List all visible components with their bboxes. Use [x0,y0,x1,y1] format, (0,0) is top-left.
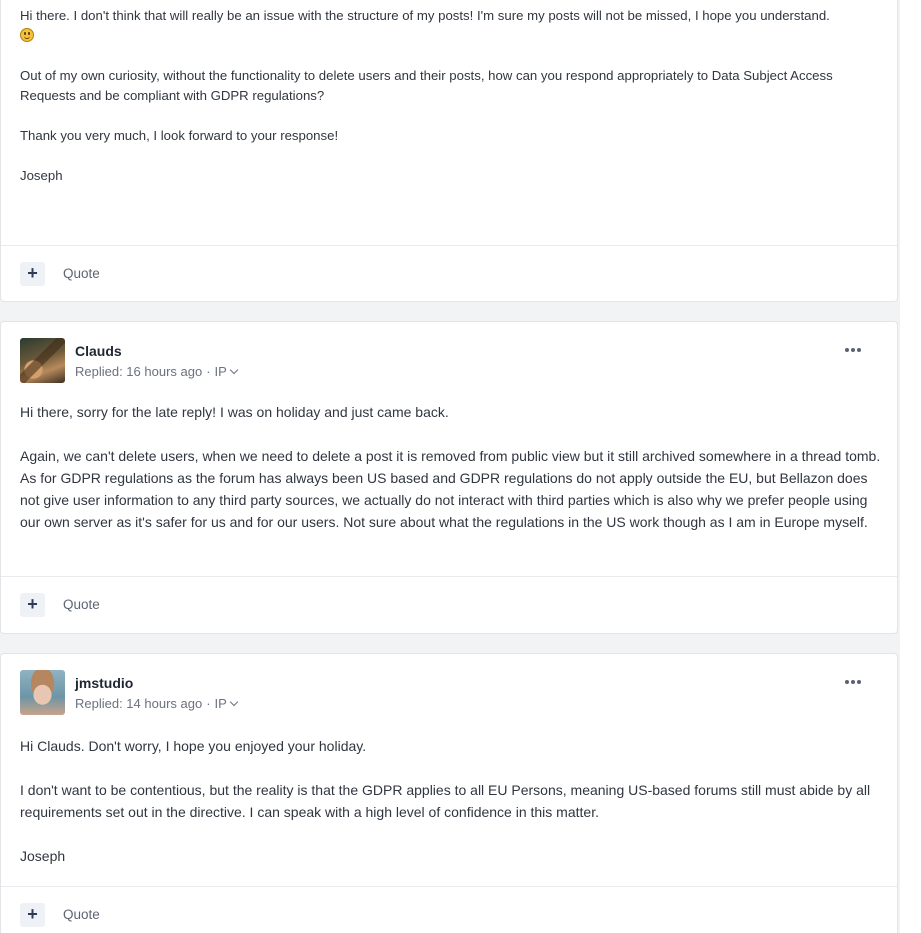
post-paragraph: Out of my own curiosity, without the fun… [20,68,833,103]
more-options-icon[interactable] [845,678,865,688]
quote-button[interactable]: Quote [63,597,100,612]
post: Clauds Replied: 16 hours ago · IP Hi there… [0,321,898,634]
post-paragraph: Hi Clauds. Don't worry, I hope you enjoy… [20,738,367,754]
post-paragraph: Hi there. I don't think that will really… [20,6,882,46]
page-edge [900,0,921,933]
chevron-down-icon [229,365,239,375]
reply-time: Replied: 16 hours ago [75,364,203,379]
post-signature: Joseph [20,848,66,864]
author-name[interactable]: Clauds [75,343,122,359]
post: Hi there. I don't think that will really… [0,0,898,302]
post-meta: Replied: 16 hours ago · IP [75,364,239,379]
post-paragraph: Hi there, sorry for the late reply! I wa… [20,404,449,420]
add-to-multiquote-button[interactable]: + [20,593,45,617]
post-paragraph: Again, we can't delete users, when we ne… [20,448,881,530]
avatar[interactable] [20,338,65,383]
post-footer: + Quote [1,576,897,635]
post-signature: Joseph [20,168,63,183]
post-content: Hi there. I don't think that will really… [20,6,882,186]
post-content: Hi there, sorry for the late reply! I wa… [20,401,882,533]
post-footer: + Quote [1,245,897,304]
post: jmstudio Replied: 14 hours ago · IP Hi Cla… [0,653,898,933]
reply-time: Replied: 14 hours ago [75,696,203,711]
chevron-down-icon [229,697,239,707]
add-to-multiquote-button[interactable]: + [20,262,45,286]
ip-dropdown[interactable]: IP [215,364,239,379]
quote-button[interactable]: Quote [63,266,100,281]
ip-dropdown[interactable]: IP [215,696,239,711]
post-footer: + Quote [1,886,897,933]
meta-separator: · [206,364,211,379]
meta-separator: · [206,696,211,711]
post-author: jmstudio Replied: 14 hours ago · IP [20,670,877,716]
more-options-icon[interactable] [845,346,865,356]
smiling-face-icon [20,28,34,42]
author-name[interactable]: jmstudio [75,675,133,691]
post-content: Hi Clauds. Don't worry, I hope you enjoy… [20,735,882,867]
post-paragraph: I don't want to be contentious, but the … [20,782,871,820]
post-author: Clauds Replied: 16 hours ago · IP [20,338,877,384]
add-to-multiquote-button[interactable]: + [20,903,45,927]
post-paragraph: Thank you very much, I look forward to y… [20,128,339,143]
avatar[interactable] [20,670,65,715]
quote-button[interactable]: Quote [63,907,100,922]
post-meta: Replied: 14 hours ago · IP [75,696,239,711]
